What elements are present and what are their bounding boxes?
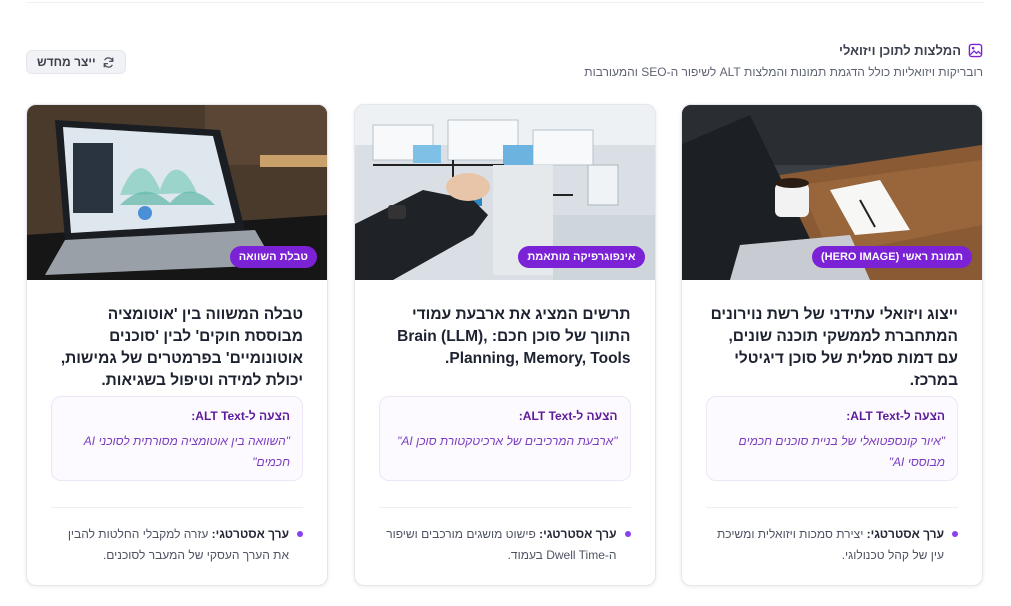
section-subtitle: רובריקות ויזואליות כולל הדגמת תמונות והמ…	[584, 65, 983, 79]
card-image-infographic: אינפוגרפיקה מותאמת	[354, 105, 655, 280]
card-divider	[378, 507, 631, 508]
alt-suggestion-box: הצעה ל-ALT Text: "השוואה בין אוטומציה מס…	[51, 396, 303, 481]
alt-label: הצעה ל-ALT Text:	[518, 409, 618, 423]
visual-card-infographic: אינפוגרפיקה מותאמת תרשים המציג את ארבעת …	[353, 104, 656, 586]
alt-suggestion-box: הצעה ל-ALT Text: "ארבעת המרכיבים של ארכי…	[378, 396, 631, 481]
image-icon	[968, 43, 983, 58]
card-description: טבלה המשווה בין 'אוטומציה מבוססת חוקים' …	[60, 306, 303, 389]
alt-text: "איור קונספטואלי של בניית סוכנים חכמים מ…	[738, 434, 945, 469]
regenerate-button[interactable]: ייצר מחדש	[26, 50, 126, 74]
strategic-value-text: ערך אסטרטגי: פישוט מושגים מורכבים ושיפור…	[379, 524, 617, 566]
alt-text: "השוואה בין אוטומציה מסורתית לסוכני AI ח…	[83, 434, 290, 469]
title-row: המלצות לתוכן ויזואלי	[839, 43, 983, 58]
strategic-value: ערך אסטרטגי: עזרה למקבלי החלטות להבין את…	[51, 524, 303, 566]
section-title: המלצות לתוכן ויזואלי	[839, 43, 961, 58]
card-divider	[51, 507, 303, 508]
card-badge: טבלת השוואה	[229, 246, 317, 268]
card-description: תרשים המציג את ארבעת עמודי התווך של סוכן…	[397, 306, 631, 367]
alt-suggestion-box: הצעה ל-ALT Text: "איור קונספטואלי של בני…	[706, 396, 958, 481]
section-header: המלצות לתוכן ויזואלי רובריקות ויזואליות …	[26, 38, 983, 88]
strategic-value: ערך אסטרטגי: פישוט מושגים מורכבים ושיפור…	[379, 524, 631, 566]
bullet-dot-icon	[297, 531, 303, 537]
card-badge: תמונת ראשי (HERO IMAGE)	[812, 246, 972, 268]
card-description: ייצוג ויזואלי עתידני של רשת נוירונים המת…	[710, 306, 958, 389]
alt-label: הצעה ל-ALT Text:	[846, 409, 945, 423]
visual-card-hero: תמונת ראשי (HERO IMAGE) ייצוג ויזואלי עת…	[681, 104, 983, 586]
visual-card-comparison: טבלת השוואה טבלה המשווה בין 'אוטומציה מב…	[26, 104, 328, 586]
card-divider	[706, 507, 958, 508]
top-divider	[26, 2, 985, 3]
card-badge: אינפוגרפיקה מותאמת	[518, 246, 645, 268]
regenerate-label: ייצר מחדש	[37, 55, 96, 69]
card-body: תרשים המציג את ארבעת עמודי התווך של סוכן…	[355, 280, 655, 481]
card-image-comparison: טבלת השוואה	[27, 105, 327, 280]
strategic-value-label: ערך אסטרטגי:	[866, 527, 944, 541]
bullet-dot-icon	[624, 531, 631, 537]
strategic-value-label: ערך אסטרטגי:	[539, 527, 617, 541]
card-image-hero: תמונת ראשי (HERO IMAGE)	[682, 105, 982, 280]
alt-text: "ארבעת המרכיבים של ארכיטקטורת סוכן AI"	[397, 434, 618, 448]
alt-label: הצעה ל-ALT Text:	[191, 409, 290, 423]
strategic-value-label: ערך אסטרטגי:	[211, 527, 289, 541]
refresh-icon	[102, 56, 115, 69]
cards-row: תמונת ראשי (HERO IMAGE) ייצוג ויזואלי עת…	[26, 104, 983, 586]
strategic-value-text: ערך אסטרטגי: יצירת סמכות ויזואלית ומשיכת…	[706, 524, 944, 566]
card-body: טבלה המשווה בין 'אוטומציה מבוססת חוקים' …	[27, 280, 327, 481]
bullet-dot-icon	[952, 531, 958, 537]
visual-content-section: המלצות לתוכן ויזואלי רובריקות ויזואליות …	[0, 0, 1011, 606]
strategic-value: ערך אסטרטגי: יצירת סמכות ויזואלית ומשיכת…	[706, 524, 958, 566]
strategic-value-text: ערך אסטרטגי: עזרה למקבלי החלטות להבין את…	[51, 524, 289, 566]
card-body: ייצוג ויזואלי עתידני של רשת נוירונים המת…	[682, 280, 982, 481]
